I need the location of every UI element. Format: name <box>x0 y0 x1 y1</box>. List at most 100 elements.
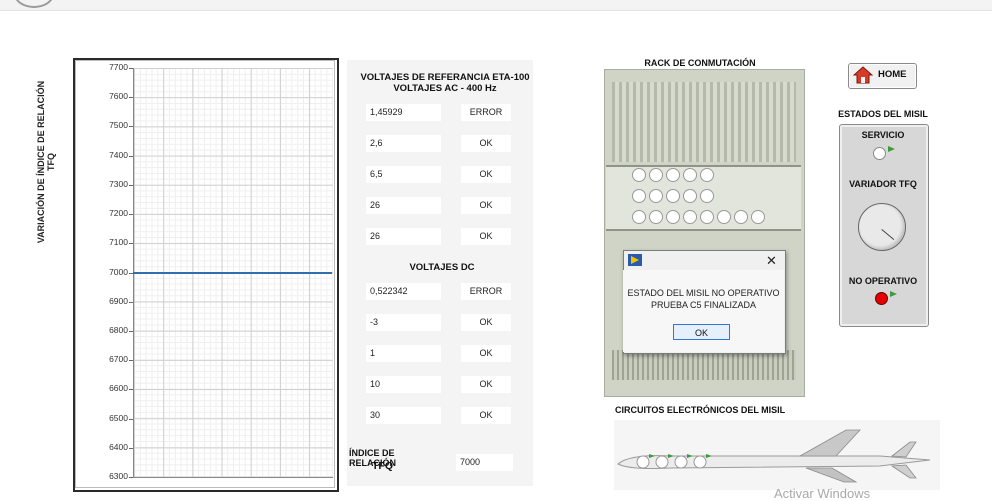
ac-value-field: 26 <box>366 197 441 214</box>
y-tick-label: 7500 <box>109 120 128 131</box>
ac-status-field: ERROR <box>461 104 511 121</box>
rack-led-indicator <box>700 189 714 203</box>
y-tick-mark <box>129 389 133 391</box>
y-tick-mark <box>129 97 133 99</box>
y-tick-label: 7100 <box>109 237 128 248</box>
top-bar <box>0 0 992 11</box>
y-tick-label: 6600 <box>109 383 128 394</box>
rack-led-indicator <box>683 189 697 203</box>
ac-value-field: 6,5 <box>366 166 441 183</box>
dc-value-field: 10 <box>366 376 441 393</box>
rack-led-indicator <box>700 168 714 182</box>
y-tick-label: 7700 <box>109 62 128 72</box>
y-tick-mark <box>129 243 133 245</box>
y-tick-mark <box>129 301 133 303</box>
no-operativo-flag-icon <box>890 291 897 297</box>
dc-value-field: -3 <box>366 314 441 331</box>
y-tick-mark <box>129 155 133 157</box>
y-axis-label-line2: TFQ <box>46 153 56 171</box>
dc-status-field: OK <box>461 345 511 362</box>
dialog-ok-button[interactable]: OK <box>673 324 730 340</box>
dc-value-field: 0,522342 <box>366 283 441 300</box>
y-tick-label: 6700 <box>109 354 128 365</box>
home-icon <box>852 66 874 89</box>
rack-led-indicator <box>649 189 663 203</box>
home-button-label: HOME <box>878 69 907 80</box>
dialog-message-line1: ESTADO DEL MISIL NO OPERATIVO <box>627 288 780 298</box>
rack-title: RACK DE CONMUTACIÓN <box>644 58 756 68</box>
rack-led-indicator <box>683 168 697 182</box>
y-tick-label: 7600 <box>109 91 128 102</box>
rack-led-indicator <box>700 210 714 224</box>
rack-led-indicator <box>666 189 680 203</box>
no-operativo-led <box>875 292 888 305</box>
dialog-message-line2: PRUEBA C5 FINALIZADA <box>650 300 757 310</box>
index-label-line2: TFQ <box>372 460 393 472</box>
ac-status-field: OK <box>461 135 511 152</box>
servicio-label: SERVICIO <box>861 130 905 140</box>
dc-status-field: OK <box>461 407 511 424</box>
rack-led-indicator <box>683 210 697 224</box>
servicio-flag-icon <box>888 146 895 152</box>
rack-led-indicator <box>734 210 748 224</box>
rack-led-indicator <box>717 210 731 224</box>
ac-value-field: 1,45929 <box>366 104 441 121</box>
dc-title: VOLTAJES DC <box>409 262 475 273</box>
dc-status-field: ERROR <box>461 283 511 300</box>
servicio-led <box>873 147 886 160</box>
missile-icon <box>610 420 940 495</box>
y-axis-label-line1: VARIACIÓN DE ÍNDICE DE RELACIÓN <box>36 80 46 244</box>
y-tick-mark <box>129 184 133 186</box>
ac-status-field: OK <box>461 228 511 245</box>
labview-arrow-icon <box>631 256 639 264</box>
windows-watermark: Activar Windows <box>774 486 871 501</box>
y-axis-label: VARIACIÓN DE ÍNDICE DE RELACIÓN TFQ <box>36 52 56 272</box>
rack-vents-top <box>612 82 796 162</box>
y-tick-label: 6800 <box>109 324 128 335</box>
variador-knob[interactable] <box>858 203 906 251</box>
y-tick-mark <box>129 126 133 128</box>
rack-led-indicator <box>666 168 680 182</box>
ac-value-field: 2,6 <box>366 135 441 152</box>
y-tick-mark <box>129 214 133 216</box>
rack-led-indicator <box>632 168 646 182</box>
y-tick-label: 7000 <box>109 266 128 277</box>
index-value: 7000 <box>456 454 513 471</box>
y-tick-mark <box>129 330 133 332</box>
close-icon[interactable]: ✕ <box>766 253 777 269</box>
ac-status-field: OK <box>461 197 511 214</box>
y-tick-mark <box>129 272 133 274</box>
y-tick-label: 6500 <box>109 412 128 423</box>
states-title: ESTADOS DEL MISIL <box>838 109 928 119</box>
variador-label: VARIADOR TFQ <box>849 179 917 189</box>
dc-value-field: 1 <box>366 345 441 362</box>
dc-status-field: OK <box>461 376 511 393</box>
y-tick-mark <box>129 447 133 449</box>
ac-status-field: OK <box>461 166 511 183</box>
dc-value-field: 30 <box>366 407 441 424</box>
rack-led-indicator <box>632 210 646 224</box>
circuits-title: CIRCUITOS ELECTRÓNICOS DEL MISIL <box>615 405 786 415</box>
y-tick-mark <box>129 360 133 362</box>
ac-title-line2: VOLTAJES AC - 400 Hz <box>393 83 497 94</box>
no-operativo-label: NO OPERATIVO <box>848 276 918 286</box>
rack-led-indicator <box>649 168 663 182</box>
y-tick-label: 6900 <box>109 295 128 306</box>
rack-led-indicator <box>666 210 680 224</box>
y-tick-label: 6300 <box>109 471 128 481</box>
rack-led-indicator <box>751 210 765 224</box>
y-tick-label: 7400 <box>109 149 128 160</box>
y-tick-label: 6400 <box>109 441 128 452</box>
y-tick-mark <box>129 477 133 478</box>
dc-status-field: OK <box>461 314 511 331</box>
series-line <box>133 271 332 274</box>
ac-title-line1: VOLTAJES DE REFERANCIA ETA-100 <box>360 72 530 83</box>
y-tick-mark <box>129 418 133 420</box>
rack-led-indicator <box>632 189 646 203</box>
y-tick-label: 7300 <box>109 178 128 189</box>
rack-led-indicator <box>649 210 663 224</box>
rack-vents-bottom <box>612 350 796 380</box>
y-tick-label: 7200 <box>109 208 128 219</box>
ac-value-field: 26 <box>366 228 441 245</box>
y-tick-mark <box>129 68 133 69</box>
